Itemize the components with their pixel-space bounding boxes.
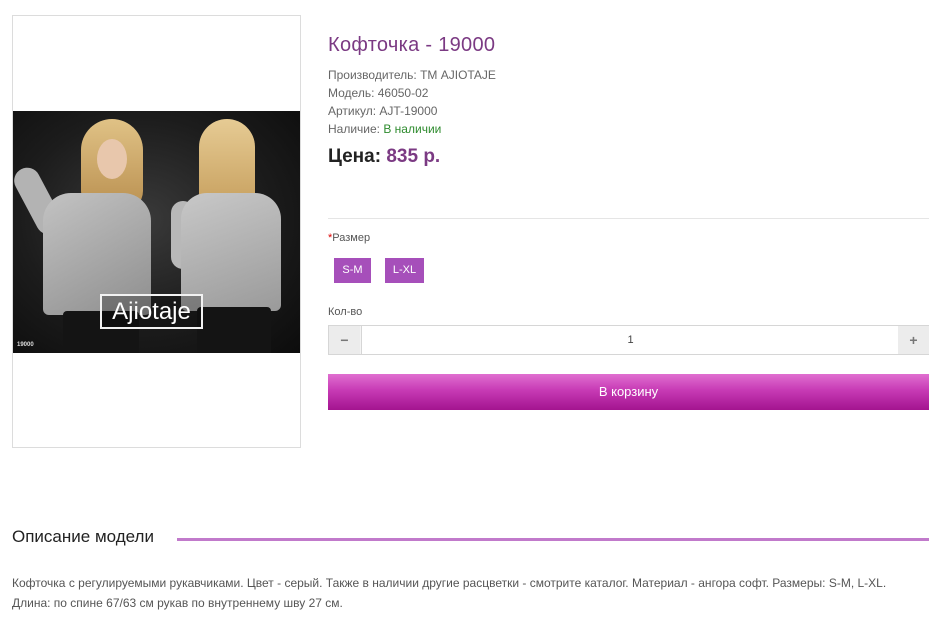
description-heading: Описание модели <box>12 527 154 546</box>
availability-label: Наличие: <box>328 122 384 136</box>
quantity-stepper: − + <box>328 325 929 355</box>
size-option-s-m[interactable]: S-M <box>334 258 371 283</box>
availability-info: Наличие: В наличии <box>328 122 441 136</box>
quantity-label: Кол-во <box>328 306 363 318</box>
product-title: Кофточка - 19000 <box>328 34 496 56</box>
product-photo[interactable]: Ajiotaje 19000 <box>13 111 300 353</box>
add-to-cart-button[interactable]: В корзину <box>328 374 929 410</box>
price-label: Цена: <box>328 146 382 167</box>
divider <box>328 218 929 219</box>
availability-status: В наличии <box>383 122 442 136</box>
size-option-label: *Размер <box>328 232 370 244</box>
size-label-text: Размер <box>332 232 371 244</box>
photo-code: 19000 <box>17 342 34 348</box>
quantity-minus-button[interactable]: − <box>329 326 360 354</box>
price: Цена: 835 р. <box>328 146 440 168</box>
manufacturer-info: Производитель: ТМ AJIOTAJE <box>328 68 496 82</box>
model-face <box>97 139 127 179</box>
quantity-input[interactable] <box>361 326 900 354</box>
model-legs-back <box>197 307 271 353</box>
description-text: Кофточка с регулируемыми рукавчиками. Цв… <box>12 576 887 610</box>
brand-logo: Ajiotaje <box>100 294 203 329</box>
size-option-l-xl[interactable]: L-XL <box>385 258 424 283</box>
price-value: 835 р. <box>386 146 441 167</box>
description-heading-line <box>177 538 929 541</box>
product-image-frame[interactable]: Ajiotaje 19000 <box>12 15 301 448</box>
quantity-plus-button[interactable]: + <box>898 326 929 354</box>
model-info: Модель: 46050-02 <box>328 86 429 100</box>
sku-info: Артикул: AJT-19000 <box>328 104 438 118</box>
